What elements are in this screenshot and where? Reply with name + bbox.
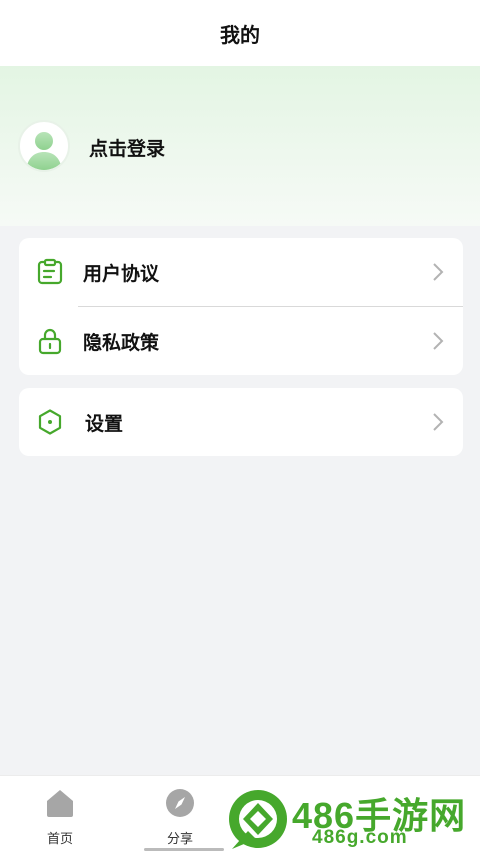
watermark-url: 486g.com [312, 827, 408, 848]
menu-item-label: 隐私政策 [83, 331, 160, 354]
avatar[interactable] [18, 120, 70, 172]
menu-item-user-agreement[interactable]: 用户协议 [19, 238, 463, 306]
home-indicator [144, 848, 224, 851]
lock-icon [35, 326, 65, 356]
chevron-right-icon [431, 412, 445, 432]
profile-section[interactable]: 点击登录 [0, 66, 480, 226]
page-title: 我的 [220, 22, 260, 47]
default-avatar-icon [26, 132, 62, 170]
menu-item-privacy-policy[interactable]: 隐私政策 [19, 307, 463, 375]
tab-label: 分享 [166, 832, 193, 847]
clipboard-icon [35, 257, 65, 287]
tab-share[interactable]: 分享 [140, 786, 220, 847]
menu-item-settings[interactable]: 设置 [19, 388, 463, 456]
menu-card-legal: 用户协议 隐私政策 [19, 238, 463, 375]
settings-hexagon-icon [35, 407, 65, 437]
top-header: 我的 [0, 0, 480, 66]
compass-icon [163, 786, 197, 820]
chevron-right-icon [431, 331, 445, 351]
menu-item-label: 设置 [85, 412, 124, 435]
menu-item-label: 用户协议 [83, 262, 160, 285]
watermark: 486手游网 486g.com [226, 783, 480, 853]
chevron-right-icon [431, 262, 445, 282]
tab-home[interactable]: 首页 [20, 786, 100, 847]
menu-card-settings: 设置 [19, 388, 463, 456]
tab-label: 首页 [46, 832, 73, 847]
login-prompt[interactable]: 点击登录 [89, 134, 165, 161]
home-icon [43, 786, 77, 820]
watermark-logo-icon [229, 790, 287, 849]
